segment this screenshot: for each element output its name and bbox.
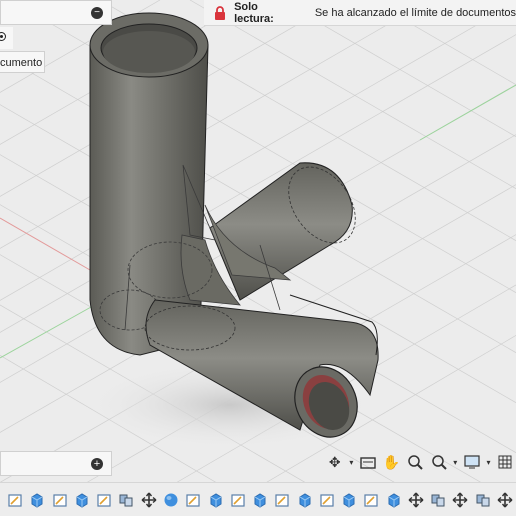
timeline-box-icon[interactable] bbox=[383, 487, 405, 513]
timeline-joint-icon[interactable] bbox=[427, 487, 449, 513]
timeline-sketch-icon[interactable] bbox=[316, 487, 338, 513]
look-at-icon[interactable] bbox=[357, 451, 379, 473]
lock-icon bbox=[210, 2, 230, 24]
timeline-sketch-icon[interactable] bbox=[4, 487, 26, 513]
timeline-move-icon[interactable] bbox=[494, 487, 516, 513]
comments-panel: + bbox=[0, 451, 112, 476]
radio-icon[interactable] bbox=[0, 32, 6, 41]
browser-panel-row bbox=[0, 27, 13, 49]
add-comment-icon[interactable]: + bbox=[91, 458, 103, 470]
timeline-box-icon[interactable] bbox=[204, 487, 226, 513]
timeline-move-icon[interactable] bbox=[449, 487, 471, 513]
timeline-sphere-icon[interactable] bbox=[160, 487, 182, 513]
collapse-icon[interactable]: − bbox=[91, 7, 103, 19]
timeline-box-icon[interactable] bbox=[71, 487, 93, 513]
timeline-joint-icon[interactable] bbox=[115, 487, 137, 513]
browser-panel-header: − bbox=[0, 0, 112, 25]
timeline-box-icon[interactable] bbox=[249, 487, 271, 513]
timeline-toolbar bbox=[0, 482, 516, 516]
navigation-bar: ✥ ▾ ✋ ▾ ▾ bbox=[324, 448, 516, 476]
timeline-box-icon[interactable] bbox=[26, 487, 48, 513]
fit-icon[interactable] bbox=[428, 451, 450, 473]
timeline-box-icon[interactable] bbox=[338, 487, 360, 513]
timeline-sketch-icon[interactable] bbox=[271, 487, 293, 513]
display-settings-icon[interactable] bbox=[461, 451, 483, 473]
dropdown-icon[interactable]: ▾ bbox=[485, 451, 493, 473]
timeline-sketch-icon[interactable] bbox=[182, 487, 204, 513]
timeline-box-icon[interactable] bbox=[293, 487, 315, 513]
zoom-icon[interactable] bbox=[404, 451, 426, 473]
dropdown-icon[interactable]: ▾ bbox=[451, 451, 459, 473]
timeline-move-icon[interactable] bbox=[405, 487, 427, 513]
timeline-sketch-icon[interactable] bbox=[49, 487, 71, 513]
grid-settings-icon[interactable] bbox=[494, 451, 516, 473]
document-tab-label: cumento bbox=[0, 57, 43, 69]
document-tab[interactable]: cumento bbox=[0, 51, 45, 73]
read-only-title: Solo lectura: bbox=[234, 0, 274, 25]
orbit-icon[interactable]: ✥ bbox=[324, 451, 346, 473]
dropdown-icon[interactable]: ▾ bbox=[348, 451, 356, 473]
pan-icon[interactable]: ✋ bbox=[381, 451, 403, 473]
timeline-sketch-icon[interactable] bbox=[360, 487, 382, 513]
read-only-banner: Solo lectura: Se ha alcanzado el límite … bbox=[204, 0, 516, 26]
timeline-joint-icon[interactable] bbox=[472, 487, 494, 513]
3d-viewport[interactable] bbox=[0, 0, 516, 516]
timeline-sketch-icon[interactable] bbox=[93, 487, 115, 513]
timeline-move-icon[interactable] bbox=[138, 487, 160, 513]
timeline-sketch-icon[interactable] bbox=[227, 487, 249, 513]
read-only-message: Se ha alcanzado el límite de documentos bbox=[314, 6, 516, 19]
